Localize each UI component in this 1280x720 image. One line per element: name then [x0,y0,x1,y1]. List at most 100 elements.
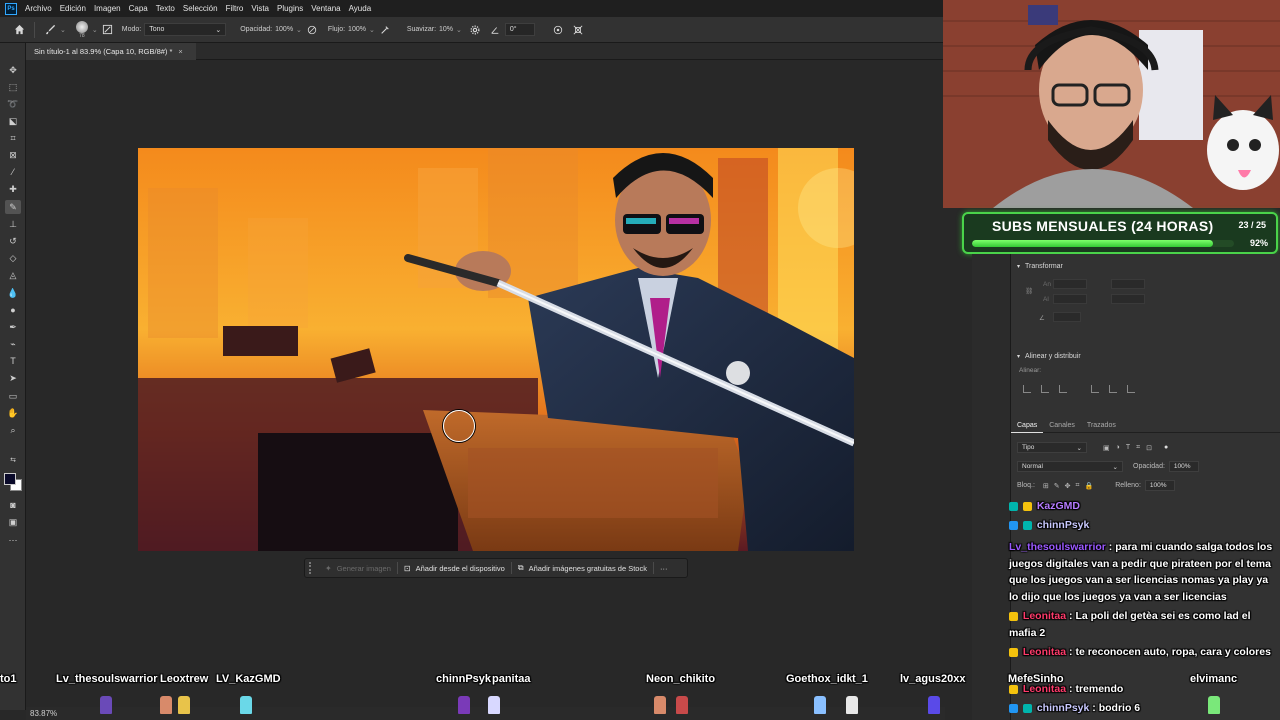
angle-input-panel[interactable] [1053,312,1081,322]
pen-tool-alt-icon[interactable]: ⌁ [5,337,21,351]
smoothing-value[interactable]: 10% [439,26,453,33]
history-brush-tool-icon[interactable]: ↺ [5,234,21,248]
filter-smart-icon[interactable]: ⊡ [1146,444,1152,452]
layer-opacity-input[interactable]: 100% [1168,461,1199,472]
type-tool-icon[interactable]: T [5,354,21,368]
y-input[interactable] [1111,294,1145,304]
tab-capas[interactable]: Capas [1011,419,1044,433]
add-from-device-button[interactable]: ⊡ Añadir desde el dispositivo [398,560,511,576]
filter-toggle-icon[interactable]: ● [1164,444,1168,451]
more-options-button[interactable]: ··· [654,560,674,576]
align-right-icon[interactable] [1059,385,1067,393]
align-section-header[interactable]: ▾ Alinear y distribuir [1017,353,1081,360]
filter-adjust-icon[interactable]: ◑ [1116,444,1120,451]
flow-value[interactable]: 100% [348,26,366,33]
menu-archivo[interactable]: Archivo [21,4,56,13]
lasso-tool-icon[interactable]: ➰ [5,97,21,111]
align-center-icon[interactable] [1041,385,1049,393]
mode-select[interactable]: Tono ⌄ [144,23,227,36]
tools-panel: ✥ ⬚ ➰ ⬕ ⌗ ⊠ ⁄ ✚ ✎ ⊥ ↺ ◇ ◬ 💧 ● ✒ ⌁ T ➤ ▭ … [0,43,26,710]
crop-tool-icon[interactable]: ⌗ [5,131,21,145]
tab-canales[interactable]: Canales [1043,419,1081,433]
brush-icon[interactable] [43,23,57,37]
close-icon[interactable]: × [178,47,182,56]
transform-section-header[interactable]: ▾ Transformar [1017,263,1063,270]
brush-preset-picker[interactable]: 78 [75,20,88,39]
pressure-opacity-icon[interactable] [305,23,319,37]
chevron-down-icon[interactable]: ⌄ [369,26,375,34]
blur-tool-icon[interactable]: 💧 [5,286,21,300]
menu-ventana[interactable]: Ventana [307,4,344,13]
path-select-tool-icon[interactable]: ➤ [5,371,21,385]
airbrush-icon[interactable] [378,23,392,37]
pressure-size-icon[interactable] [551,23,565,37]
height-input[interactable] [1053,294,1087,304]
frame-tool-icon[interactable]: ⊠ [5,148,21,162]
lock-transparency-icon[interactable]: ⊞ [1043,482,1049,490]
menu-ayuda[interactable]: Ayuda [345,4,376,13]
gear-icon[interactable] [468,23,482,37]
align-middle-icon[interactable] [1109,385,1117,393]
eyedropper-tool-icon[interactable]: ⁄ [5,165,21,179]
add-stock-images-button[interactable]: ⧉ Añadir imágenes gratuitas de Stock [512,560,653,576]
document-tab[interactable]: Sin título-1 al 83.9% (Capa 10, RGB/8#) … [26,43,196,60]
menu-imagen[interactable]: Imagen [90,4,125,13]
stamp-tool-icon[interactable]: ⊥ [5,217,21,231]
filter-pixel-icon[interactable]: ▣ [1103,444,1110,452]
edit-toolbar-icon[interactable]: ⋯ [5,533,21,547]
menu-vista[interactable]: Vista [247,4,273,13]
blend-mode-select[interactable]: Normal ⌄ [1017,461,1123,472]
zoom-tool-icon[interactable]: ⌕ [5,423,21,437]
brush-tool-icon[interactable]: ✎ [5,200,21,214]
generate-image-button[interactable]: ✦ Generar imagen [319,560,397,576]
opacity-value[interactable]: 100% [275,26,293,33]
dodge-tool-icon[interactable]: ● [5,303,21,317]
tab-trazados[interactable]: Trazados [1081,419,1122,433]
canvas-area[interactable]: ✦ Generar imagen ⊡ Añadir desde el dispo… [26,61,945,710]
menu-edicion[interactable]: Edición [56,4,90,13]
paint-bucket-tool-icon[interactable]: ◬ [5,268,21,282]
zoom-level[interactable]: 83.87% [30,709,57,718]
link-icon[interactable]: ⛓ [1025,287,1033,295]
fill-input[interactable]: 100% [1144,480,1175,491]
menu-plugins[interactable]: Plugins [273,4,307,13]
menu-seleccion[interactable]: Selección [179,4,222,13]
menu-texto[interactable]: Texto [152,4,179,13]
quick-mask-icon[interactable]: ◙ [5,498,21,512]
object-select-tool-icon[interactable]: ⬕ [5,114,21,128]
chevron-down-icon[interactable]: ⌄ [60,26,66,34]
chevron-down-icon[interactable]: ⌄ [92,26,98,34]
healing-tool-icon[interactable]: ✚ [5,182,21,196]
lock-pixels-icon[interactable]: ✎ [1054,482,1060,490]
menu-filtro[interactable]: Filtro [222,4,248,13]
rectangle-tool-icon[interactable]: ▭ [5,389,21,403]
foreground-color-swatch[interactable] [4,473,16,485]
chevron-down-icon[interactable]: ⌄ [456,26,462,34]
screen-mode-icon[interactable]: ▣ [5,515,21,529]
chevron-down-icon[interactable]: ⌄ [296,26,302,34]
angle-input[interactable]: 0° [504,23,535,36]
lock-artboard-icon[interactable]: ⌗ [1076,482,1080,490]
filter-shape-icon[interactable]: ⌗ [1136,444,1140,452]
lock-position-icon[interactable]: ✥ [1065,482,1071,490]
brush-settings-icon[interactable] [101,23,115,37]
align-left-icon[interactable] [1023,385,1031,393]
home-icon[interactable] [12,23,26,37]
filter-type-icon[interactable]: T [1126,444,1130,451]
menu-capa[interactable]: Capa [125,4,152,13]
x-input[interactable] [1111,279,1145,289]
move-tool-icon[interactable]: ✥ [5,63,21,77]
lock-all-icon[interactable]: 🔒 [1084,482,1093,490]
width-input[interactable] [1053,279,1087,289]
layer-filter-select[interactable]: Tipo ⌄ [1017,442,1087,453]
eraser-tool-icon[interactable]: ◇ [5,251,21,265]
swap-colors-icon[interactable]: ⇆ [5,453,21,467]
align-bottom-icon[interactable] [1127,385,1135,393]
symmetry-icon[interactable] [571,23,585,37]
hand-tool-icon[interactable]: ✋ [5,406,21,420]
drag-handle[interactable] [309,562,315,574]
document-artwork[interactable] [138,148,854,551]
pen-tool-icon[interactable]: ✒ [5,320,21,334]
align-top-icon[interactable] [1091,385,1099,393]
marquee-tool-icon[interactable]: ⬚ [5,80,21,94]
